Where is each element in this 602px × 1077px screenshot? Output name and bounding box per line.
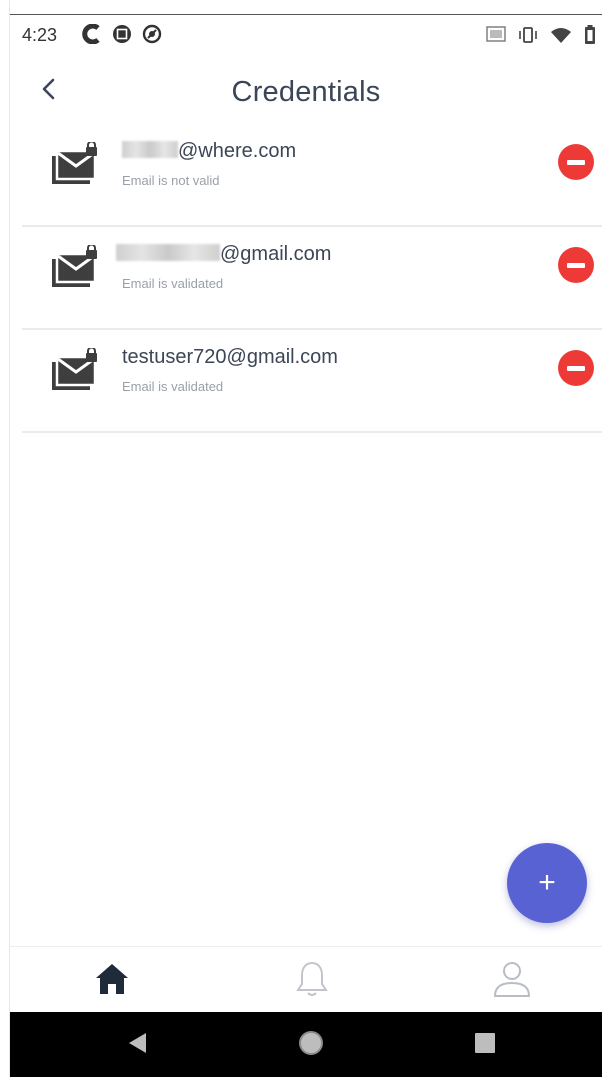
wifi-icon (550, 26, 572, 49)
credential-email: @gmail.com (116, 243, 331, 266)
add-credential-button[interactable]: + (507, 843, 587, 923)
email-domain: @gmail.com (220, 243, 332, 265)
credential-status: Email is not valid (122, 173, 220, 188)
minus-icon (567, 262, 585, 268)
credential-row[interactable]: @gmail.com Email is validated (22, 227, 602, 330)
c-logo-icon (80, 23, 102, 49)
bell-icon (295, 960, 329, 1003)
sync-circle-icon (142, 24, 162, 49)
page-title: Credentials (231, 76, 381, 108)
app-header: Credentials (10, 60, 602, 124)
notification-square-icon (112, 24, 132, 49)
credential-email: @where.com (122, 140, 296, 163)
remove-credential-button[interactable] (558, 144, 594, 180)
redacted-text (122, 141, 178, 158)
credential-row[interactable]: @where.com Email is not valid (22, 124, 602, 227)
home-icon (94, 962, 130, 1001)
profile-icon (492, 960, 532, 1003)
bottom-nav (10, 946, 602, 1012)
vibrate-icon (518, 26, 538, 49)
credential-status: Email is validated (122, 276, 224, 291)
nav-home[interactable] (90, 961, 134, 1001)
secure-mail-icon (48, 243, 102, 291)
secure-mail-icon (48, 140, 102, 188)
redacted-text (116, 244, 220, 261)
credentials-list: @where.com Email is not valid @gmail.com (22, 124, 602, 433)
battery-icon (584, 25, 596, 50)
back-triangle-icon (126, 1031, 148, 1060)
app-screen: 4:23 Credentials @where.com Email is not… (0, 0, 602, 1077)
system-recents-button[interactable] (470, 1030, 500, 1060)
cast-icon (486, 26, 506, 49)
status-bar: 4:23 (10, 14, 602, 54)
nav-notifications[interactable] (290, 961, 334, 1001)
home-circle-icon (297, 1029, 325, 1062)
nav-profile[interactable] (490, 961, 534, 1001)
secure-mail-icon (48, 346, 102, 394)
recents-square-icon (474, 1032, 496, 1059)
remove-credential-button[interactable] (558, 247, 594, 283)
system-nav-bar (10, 1012, 602, 1077)
minus-icon (567, 365, 585, 371)
system-home-button[interactable] (296, 1030, 326, 1060)
credential-email: testuser720@gmail.com (122, 346, 338, 368)
screen-edge (0, 0, 10, 1077)
remove-credential-button[interactable] (558, 350, 594, 386)
plus-icon: + (538, 866, 556, 899)
email-domain: @where.com (178, 140, 297, 162)
credential-status: Email is validated (122, 379, 224, 394)
minus-icon (567, 159, 585, 165)
system-back-button[interactable] (122, 1030, 152, 1060)
status-time: 4:23 (22, 25, 58, 45)
credential-row[interactable]: testuser720@gmail.com Email is validated (22, 330, 602, 433)
